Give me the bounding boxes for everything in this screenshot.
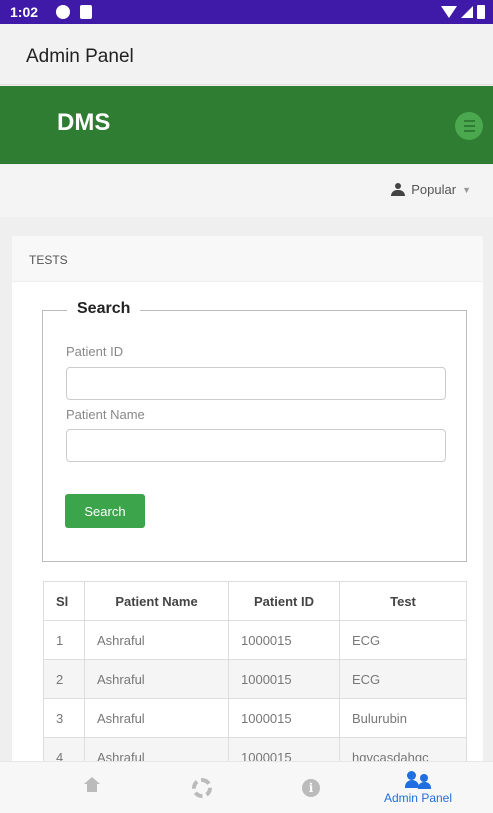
signal-icon xyxy=(461,6,473,18)
tests-card: TESTS Search Patient ID Patient Name Sea… xyxy=(12,236,483,776)
admin-users-icon xyxy=(405,771,431,789)
status-notifications xyxy=(56,5,92,19)
search-legend: Search xyxy=(67,300,141,318)
table-row[interactable]: 1 Ashraful 1000015 ECG xyxy=(43,620,467,660)
column-header-test: Test xyxy=(339,581,467,621)
cell-patient-id: 1000015 xyxy=(228,698,340,738)
menu-icon[interactable] xyxy=(455,112,483,140)
nav-item-admin-panel[interactable]: Admin Panel xyxy=(366,762,470,813)
column-header-sl: Sl xyxy=(43,581,85,621)
search-button[interactable]: Search xyxy=(65,494,145,528)
sim-card-icon xyxy=(80,5,92,19)
cell-patient-id: 1000015 xyxy=(228,620,340,660)
brand-logo[interactable]: DMS xyxy=(57,109,110,137)
table-row[interactable]: 2 Ashraful 1000015 ECG xyxy=(43,659,467,699)
column-header-patient-name: Patient Name xyxy=(84,581,229,621)
patient-name-label: Patient Name xyxy=(66,407,145,422)
app-title: Admin Panel xyxy=(26,46,134,67)
tests-table: Sl Patient Name Patient ID Test 1 Ashraf… xyxy=(43,581,467,776)
cell-patient-name: Ashraful xyxy=(84,620,229,660)
app-bar: Admin Panel xyxy=(0,24,493,85)
patient-id-label: Patient ID xyxy=(66,344,124,359)
cell-sl: 3 xyxy=(43,698,85,738)
gear-icon xyxy=(192,778,212,798)
card-title: TESTS xyxy=(12,236,483,282)
cell-patient-name: Ashraful xyxy=(84,698,229,738)
nav-item-home[interactable] xyxy=(72,762,112,813)
nav-label-admin-panel: Admin Panel xyxy=(383,791,453,805)
search-fieldset: Search Patient ID Patient Name Search xyxy=(42,300,467,562)
nav-item-info[interactable]: i xyxy=(291,762,331,813)
status-time: 1:02 xyxy=(10,4,39,20)
info-icon: i xyxy=(302,779,320,797)
status-indicators xyxy=(441,5,485,19)
cell-sl: 2 xyxy=(43,659,85,699)
patient-name-input[interactable] xyxy=(66,429,446,462)
battery-icon xyxy=(477,5,485,19)
cell-sl: 1 xyxy=(43,620,85,660)
chevron-down-icon: ▼ xyxy=(462,184,471,195)
user-menu[interactable]: Popular ▼ xyxy=(391,182,471,197)
cell-test: ECG xyxy=(339,659,467,699)
status-bar: 1:02 xyxy=(0,0,493,24)
cell-patient-name: Ashraful xyxy=(84,659,229,699)
cell-test: ECG xyxy=(339,620,467,660)
brand-bar: DMS xyxy=(0,86,493,164)
table-row[interactable]: 3 Ashraful 1000015 Bulurubin xyxy=(43,698,467,738)
bottom-nav: i Admin Panel xyxy=(0,761,493,813)
user-icon xyxy=(391,183,406,196)
user-row: Popular ▼ xyxy=(0,165,493,217)
cell-test: Bulurubin xyxy=(339,698,467,738)
cell-patient-id: 1000015 xyxy=(228,659,340,699)
user-menu-label: Popular xyxy=(411,182,457,197)
notification-icon xyxy=(56,5,70,19)
patient-id-input[interactable] xyxy=(66,367,446,400)
wifi-icon xyxy=(441,6,457,18)
table-header-row: Sl Patient Name Patient ID Test xyxy=(43,581,467,621)
nav-item-settings[interactable] xyxy=(182,762,222,813)
home-icon xyxy=(84,776,100,795)
column-header-patient-id: Patient ID xyxy=(228,581,340,621)
